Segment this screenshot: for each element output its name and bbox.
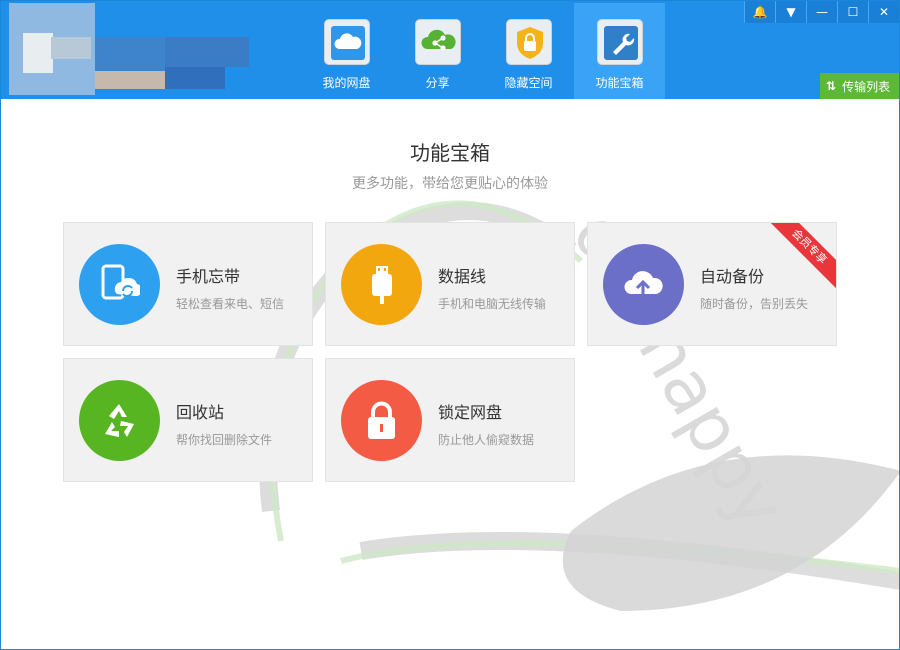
- page-title: 功能宝箱: [410, 141, 490, 165]
- card-title: 回收站: [176, 403, 225, 422]
- member-badge: 会员专享: [763, 223, 836, 293]
- card-lock-disk[interactable]: 锁定网盘 防止他人偷窥数据: [325, 358, 575, 482]
- cloud-upload-icon: [603, 244, 684, 325]
- tab-my-disk[interactable]: 我的网盘: [301, 3, 392, 99]
- card-auto-backup[interactable]: 自动备份 随时备份，告别丢失 会员专享: [587, 222, 837, 346]
- maximize-button[interactable]: ☐: [837, 1, 868, 23]
- phone-sync-icon: [79, 244, 160, 325]
- tab-label: 功能宝箱: [595, 76, 644, 90]
- card-description: 手机和电脑无线传输: [438, 297, 547, 311]
- padlock-icon: [341, 380, 422, 461]
- card-title: 手机忘带: [176, 267, 241, 286]
- recycle-icon: [79, 380, 160, 461]
- card-description: 防止他人偷窥数据: [438, 433, 535, 447]
- tab-toolbox[interactable]: 功能宝箱: [574, 3, 665, 99]
- main-nav: 我的网盘 分享 隐藏空间 功能宝箱: [301, 3, 665, 99]
- avatar[interactable]: [9, 3, 249, 95]
- transfer-list-button[interactable]: ⇅ 传输列表: [820, 73, 899, 99]
- card-phone-forgotten[interactable]: 手机忘带 轻松查看来电、短信: [63, 222, 313, 346]
- bell-icon[interactable]: 🔔: [744, 1, 775, 23]
- tab-label: 隐藏空间: [504, 76, 553, 90]
- lock-shield-icon: [506, 19, 552, 65]
- minimize-button[interactable]: —: [806, 1, 837, 23]
- close-button[interactable]: ✕: [868, 1, 899, 23]
- card-title: 自动备份: [700, 267, 765, 286]
- menu-dropdown-icon[interactable]: ▼: [775, 1, 806, 23]
- tab-share[interactable]: 分享: [392, 3, 483, 99]
- card-description: 轻松查看来电、短信: [176, 297, 285, 311]
- card-data-cable[interactable]: 数据线 手机和电脑无线传输: [325, 222, 575, 346]
- transfer-label: 传输列表: [842, 79, 891, 94]
- window-controls: 🔔 ▼ — ☐ ✕: [744, 1, 899, 23]
- card-title: 数据线: [438, 267, 487, 286]
- transfer-icon: ⇅: [826, 79, 837, 93]
- card-title: 锁定网盘: [438, 403, 503, 422]
- card-recycle-bin[interactable]: 回收站 帮你找回删除文件: [63, 358, 313, 482]
- tab-label: 分享: [425, 76, 450, 90]
- card-description: 帮你找回删除文件: [176, 433, 273, 447]
- app-window: 我的网盘 分享 隐藏空间 功能宝箱 🔔 ▼ — ☐ ✕ ⇅ 传输列表 duoha…: [0, 0, 900, 650]
- tab-hidden-space[interactable]: 隐藏空间: [483, 3, 574, 99]
- card-description: 随时备份，告别丢失: [700, 297, 809, 311]
- header-bar: 我的网盘 分享 隐藏空间 功能宝箱 🔔 ▼ — ☐ ✕ ⇅ 传输列表: [1, 1, 899, 99]
- page-subtitle: 更多功能，带给您更贴心的体验: [352, 176, 548, 192]
- cloud-icon: [324, 19, 370, 65]
- usb-icon: [341, 244, 422, 325]
- share-icon: [415, 19, 461, 65]
- tab-label: 我的网盘: [322, 76, 371, 90]
- wrench-icon: [597, 19, 643, 65]
